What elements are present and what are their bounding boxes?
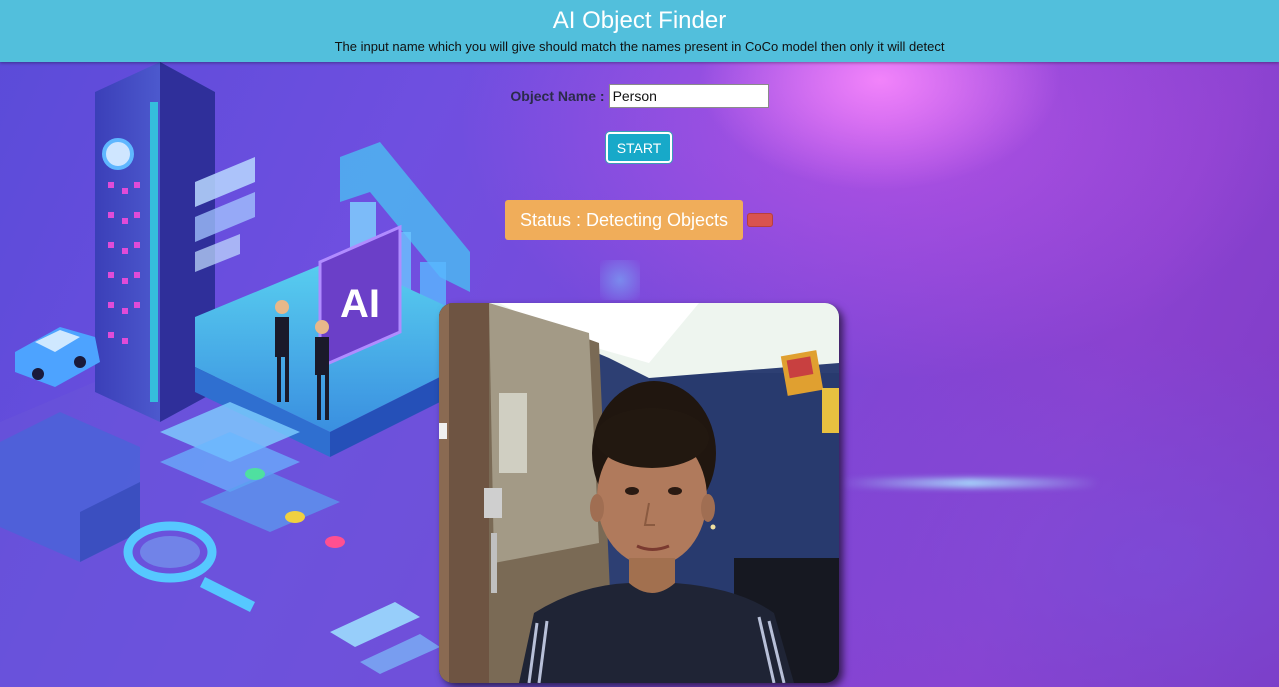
app-title: AI Object Finder (552, 7, 727, 34)
start-button[interactable]: START (606, 132, 672, 163)
status-badge: Status : Detecting Objects (505, 200, 743, 240)
object-name-label: Object Name : (510, 88, 605, 104)
light-glow (600, 260, 640, 300)
app-header: AI Object Finder The input name which yo… (0, 0, 1279, 62)
scene-ai-text: AI (340, 282, 380, 326)
app-subtitle: The input name which you will give shoul… (334, 39, 945, 54)
webcam-frame-image (439, 303, 839, 683)
object-name-row: Object Name : (0, 83, 1279, 109)
object-name-input[interactable] (608, 84, 769, 108)
stop-icon[interactable] (747, 213, 773, 227)
webcam-video (439, 303, 839, 683)
light-streak (840, 478, 1100, 488)
